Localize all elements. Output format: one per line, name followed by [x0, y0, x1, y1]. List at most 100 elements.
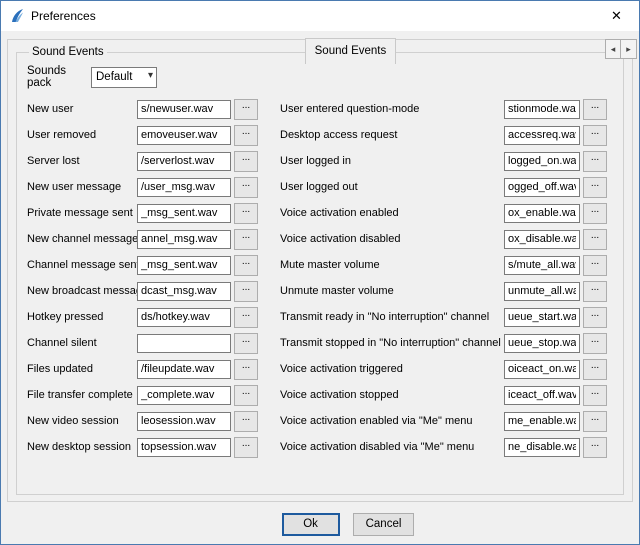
browse-button[interactable]: ...: [583, 177, 607, 198]
sound-event-column-right: User entered question-mode...Desktop acc…: [280, 96, 607, 460]
browse-button[interactable]: ...: [583, 151, 607, 172]
sound-event-row: Transmit ready in "No interruption" chan…: [280, 304, 607, 330]
sound-file-input[interactable]: [504, 178, 580, 197]
cancel-button[interactable]: Cancel: [353, 513, 415, 536]
sound-event-label: User removed: [27, 129, 137, 141]
browse-button[interactable]: ...: [234, 177, 258, 198]
sound-event-row: User entered question-mode...: [280, 96, 607, 122]
sound-file-input[interactable]: [137, 256, 231, 275]
sound-event-row: New broadcast message...: [27, 278, 258, 304]
sound-file-input[interactable]: [504, 152, 580, 171]
sound-event-row: File transfer complete...: [27, 382, 258, 408]
sound-file-input[interactable]: [504, 282, 580, 301]
browse-button[interactable]: ...: [234, 359, 258, 380]
browse-button[interactable]: ...: [583, 359, 607, 380]
sound-file-input[interactable]: [137, 204, 231, 223]
sound-file-input[interactable]: [137, 438, 231, 457]
sound-event-row: Unmute master volume...: [280, 278, 607, 304]
sound-event-label: New channel message: [27, 233, 137, 245]
sound-event-label: Voice activation triggered: [280, 363, 504, 375]
sound-event-row: Voice activation disabled...: [280, 226, 607, 252]
browse-button[interactable]: ...: [234, 437, 258, 458]
sound-event-label: Voice activation enabled via "Me" menu: [280, 415, 504, 427]
browse-button[interactable]: ...: [234, 229, 258, 250]
sound-file-input[interactable]: [137, 230, 231, 249]
browse-button[interactable]: ...: [583, 255, 607, 276]
browse-button[interactable]: ...: [583, 411, 607, 432]
sound-event-row: New desktop session...: [27, 434, 258, 460]
sound-event-label: Voice activation enabled: [280, 207, 504, 219]
sound-event-columns: New user...User removed...Server lost...…: [27, 96, 613, 460]
sound-file-input[interactable]: [137, 360, 231, 379]
sounds-pack-select[interactable]: Default ▾: [91, 67, 157, 88]
ok-button[interactable]: Ok: [282, 513, 340, 536]
browse-button[interactable]: ...: [583, 99, 607, 120]
sound-file-input[interactable]: [504, 438, 580, 457]
sound-event-row: User logged in...: [280, 148, 607, 174]
browse-button[interactable]: ...: [234, 151, 258, 172]
browse-button[interactable]: ...: [583, 229, 607, 250]
sound-file-input[interactable]: [504, 412, 580, 431]
sound-file-input[interactable]: [504, 230, 580, 249]
browse-button[interactable]: ...: [583, 203, 607, 224]
sound-file-input[interactable]: [137, 308, 231, 327]
sound-file-input[interactable]: [504, 360, 580, 379]
sound-file-input[interactable]: [504, 204, 580, 223]
sounds-pack-value: Default: [96, 71, 132, 83]
sound-event-label: New user message: [27, 181, 137, 193]
browse-button[interactable]: ...: [234, 307, 258, 328]
sound-file-input[interactable]: [137, 386, 231, 405]
browse-button[interactable]: ...: [583, 125, 607, 146]
sounds-pack-row: Sounds pack Default ▾: [27, 66, 613, 88]
sound-file-input[interactable]: [504, 126, 580, 145]
browse-button[interactable]: ...: [234, 255, 258, 276]
browse-button[interactable]: ...: [234, 203, 258, 224]
sound-event-column-left: New user...User removed...Server lost...…: [27, 96, 258, 460]
sound-event-row: Mute master volume...: [280, 252, 607, 278]
sound-file-input[interactable]: [137, 412, 231, 431]
browse-button[interactable]: ...: [234, 99, 258, 120]
browse-button[interactable]: ...: [234, 411, 258, 432]
sound-event-row: Voice activation triggered...: [280, 356, 607, 382]
sound-event-label: Transmit stopped in "No interruption" ch…: [280, 337, 504, 349]
browse-button[interactable]: ...: [234, 281, 258, 302]
sound-event-label: Unmute master volume: [280, 285, 504, 297]
sound-file-input[interactable]: [137, 178, 231, 197]
sound-event-row: Server lost...: [27, 148, 258, 174]
browse-button[interactable]: ...: [583, 437, 607, 458]
sound-event-label: Voice activation stopped: [280, 389, 504, 401]
chevron-down-icon: ▾: [148, 70, 153, 81]
browse-button[interactable]: ...: [234, 385, 258, 406]
sound-file-input[interactable]: [137, 152, 231, 171]
browse-button[interactable]: ...: [583, 385, 607, 406]
sound-event-label: User logged out: [280, 181, 504, 193]
browse-button[interactable]: ...: [583, 281, 607, 302]
sound-file-input[interactable]: [137, 334, 231, 353]
browse-button[interactable]: ...: [583, 333, 607, 354]
sound-file-input[interactable]: [504, 386, 580, 405]
browse-button[interactable]: ...: [234, 333, 258, 354]
tab-scroll-left-icon[interactable]: ◂: [605, 39, 621, 59]
sound-file-input[interactable]: [504, 256, 580, 275]
browse-button[interactable]: ...: [583, 307, 607, 328]
sound-event-label: Channel message sent: [27, 259, 137, 271]
sound-event-label: Transmit ready in "No interruption" chan…: [280, 311, 504, 323]
browse-button[interactable]: ...: [234, 125, 258, 146]
sound-event-label: Private message sent: [27, 207, 137, 219]
tab-scroll-right-icon[interactable]: ▸: [621, 39, 637, 59]
sound-event-row: Channel silent...: [27, 330, 258, 356]
sound-event-label: User entered question-mode: [280, 103, 504, 115]
sound-file-input[interactable]: [504, 100, 580, 119]
sound-file-input[interactable]: [137, 126, 231, 145]
tab-sound-events[interactable]: Sound Events: [305, 38, 397, 64]
sound-event-row: Voice activation enabled...: [280, 200, 607, 226]
sound-event-row: New video session...: [27, 408, 258, 434]
sound-event-row: Voice activation stopped...: [280, 382, 607, 408]
sound-event-label: Channel silent: [27, 337, 137, 349]
close-icon[interactable]: ✕: [594, 2, 639, 31]
sound-file-input[interactable]: [504, 334, 580, 353]
sound-file-input[interactable]: [137, 282, 231, 301]
sound-file-input[interactable]: [504, 308, 580, 327]
group-title: Sound Events: [29, 46, 107, 58]
sound-file-input[interactable]: [137, 100, 231, 119]
